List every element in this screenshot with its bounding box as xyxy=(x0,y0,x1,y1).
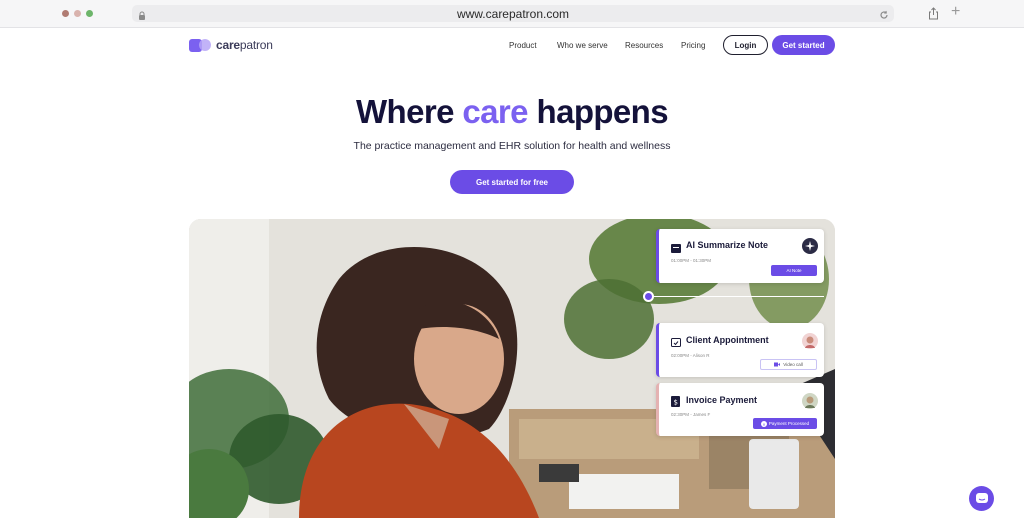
card-time: 02:00PM - Alison R xyxy=(671,353,710,358)
svg-text:$: $ xyxy=(674,399,678,407)
get-started-button[interactable]: Get started xyxy=(772,35,835,55)
timeline-line xyxy=(648,296,824,297)
logo-text-light: patron xyxy=(239,38,273,52)
card-title: Client Appointment xyxy=(686,335,769,345)
minimize-window-button[interactable] xyxy=(74,10,81,17)
timeline-handle[interactable] xyxy=(643,291,654,302)
video-call-label: Video call xyxy=(783,362,803,367)
login-button[interactable]: Login xyxy=(723,35,768,55)
url-text: www.carepatron.com xyxy=(456,7,570,21)
card-time: 02:30PM - James F xyxy=(671,412,711,417)
chat-icon xyxy=(975,492,988,503)
reload-icon[interactable] xyxy=(879,7,889,25)
client-avatar xyxy=(802,333,818,354)
address-bar[interactable]: www.carepatron.com xyxy=(132,5,894,22)
video-icon xyxy=(774,362,781,367)
card-title: AI Summarize Note xyxy=(686,240,769,250)
client-appointment-card[interactable]: Client Appointment 02:00PM - Alison R Vi… xyxy=(656,323,824,377)
hero-title-accent: care xyxy=(462,93,528,130)
browser-toolbar: www.carepatron.com + xyxy=(0,0,1024,28)
invoice-payment-card[interactable]: $ Invoice Payment 02:30PM - James F Paym… xyxy=(656,383,824,436)
invoice-icon: $ xyxy=(671,394,680,412)
share-icon[interactable] xyxy=(928,7,939,25)
logo-text-bold: care xyxy=(216,38,240,52)
note-icon xyxy=(671,240,681,258)
hero-title: Where care happens xyxy=(0,93,1024,131)
new-tab-icon[interactable]: + xyxy=(951,4,960,20)
ai-summarize-note-card[interactable]: AI Summarize Note 01:00PM - 01:30PM AI N… xyxy=(656,229,824,283)
get-started-free-button[interactable]: Get started for free xyxy=(450,170,574,194)
video-call-badge[interactable]: Video call xyxy=(760,359,817,370)
carepatron-logo[interactable]: carepatron xyxy=(189,37,273,53)
ai-note-badge[interactable]: AI Note xyxy=(771,265,817,276)
nav-pricing[interactable]: Pricing xyxy=(681,41,705,50)
ai-sparkle-icon xyxy=(802,238,818,259)
logo-mark-icon xyxy=(189,37,213,53)
payment-processed-badge[interactable]: Payment Processed xyxy=(753,418,817,429)
payer-avatar xyxy=(802,393,818,414)
hero-subtitle: The practice management and EHR solution… xyxy=(353,140,671,152)
nav-resources[interactable]: Resources xyxy=(625,41,663,50)
payment-processed-label: Payment Processed xyxy=(768,421,810,426)
nav-product[interactable]: Product xyxy=(509,41,537,50)
info-icon xyxy=(760,420,767,427)
hero-title-part1: Where xyxy=(356,93,463,130)
maximize-window-button[interactable] xyxy=(86,10,93,17)
card-time: 01:00PM - 01:30PM xyxy=(671,258,712,263)
hero-title-part2: happens xyxy=(527,93,669,130)
calendar-check-icon xyxy=(671,334,681,352)
chat-widget-button[interactable] xyxy=(969,486,994,511)
close-window-button[interactable] xyxy=(62,10,69,17)
nav-who-we-serve[interactable]: Who we serve xyxy=(557,41,608,50)
card-title: Invoice Payment xyxy=(686,395,758,405)
